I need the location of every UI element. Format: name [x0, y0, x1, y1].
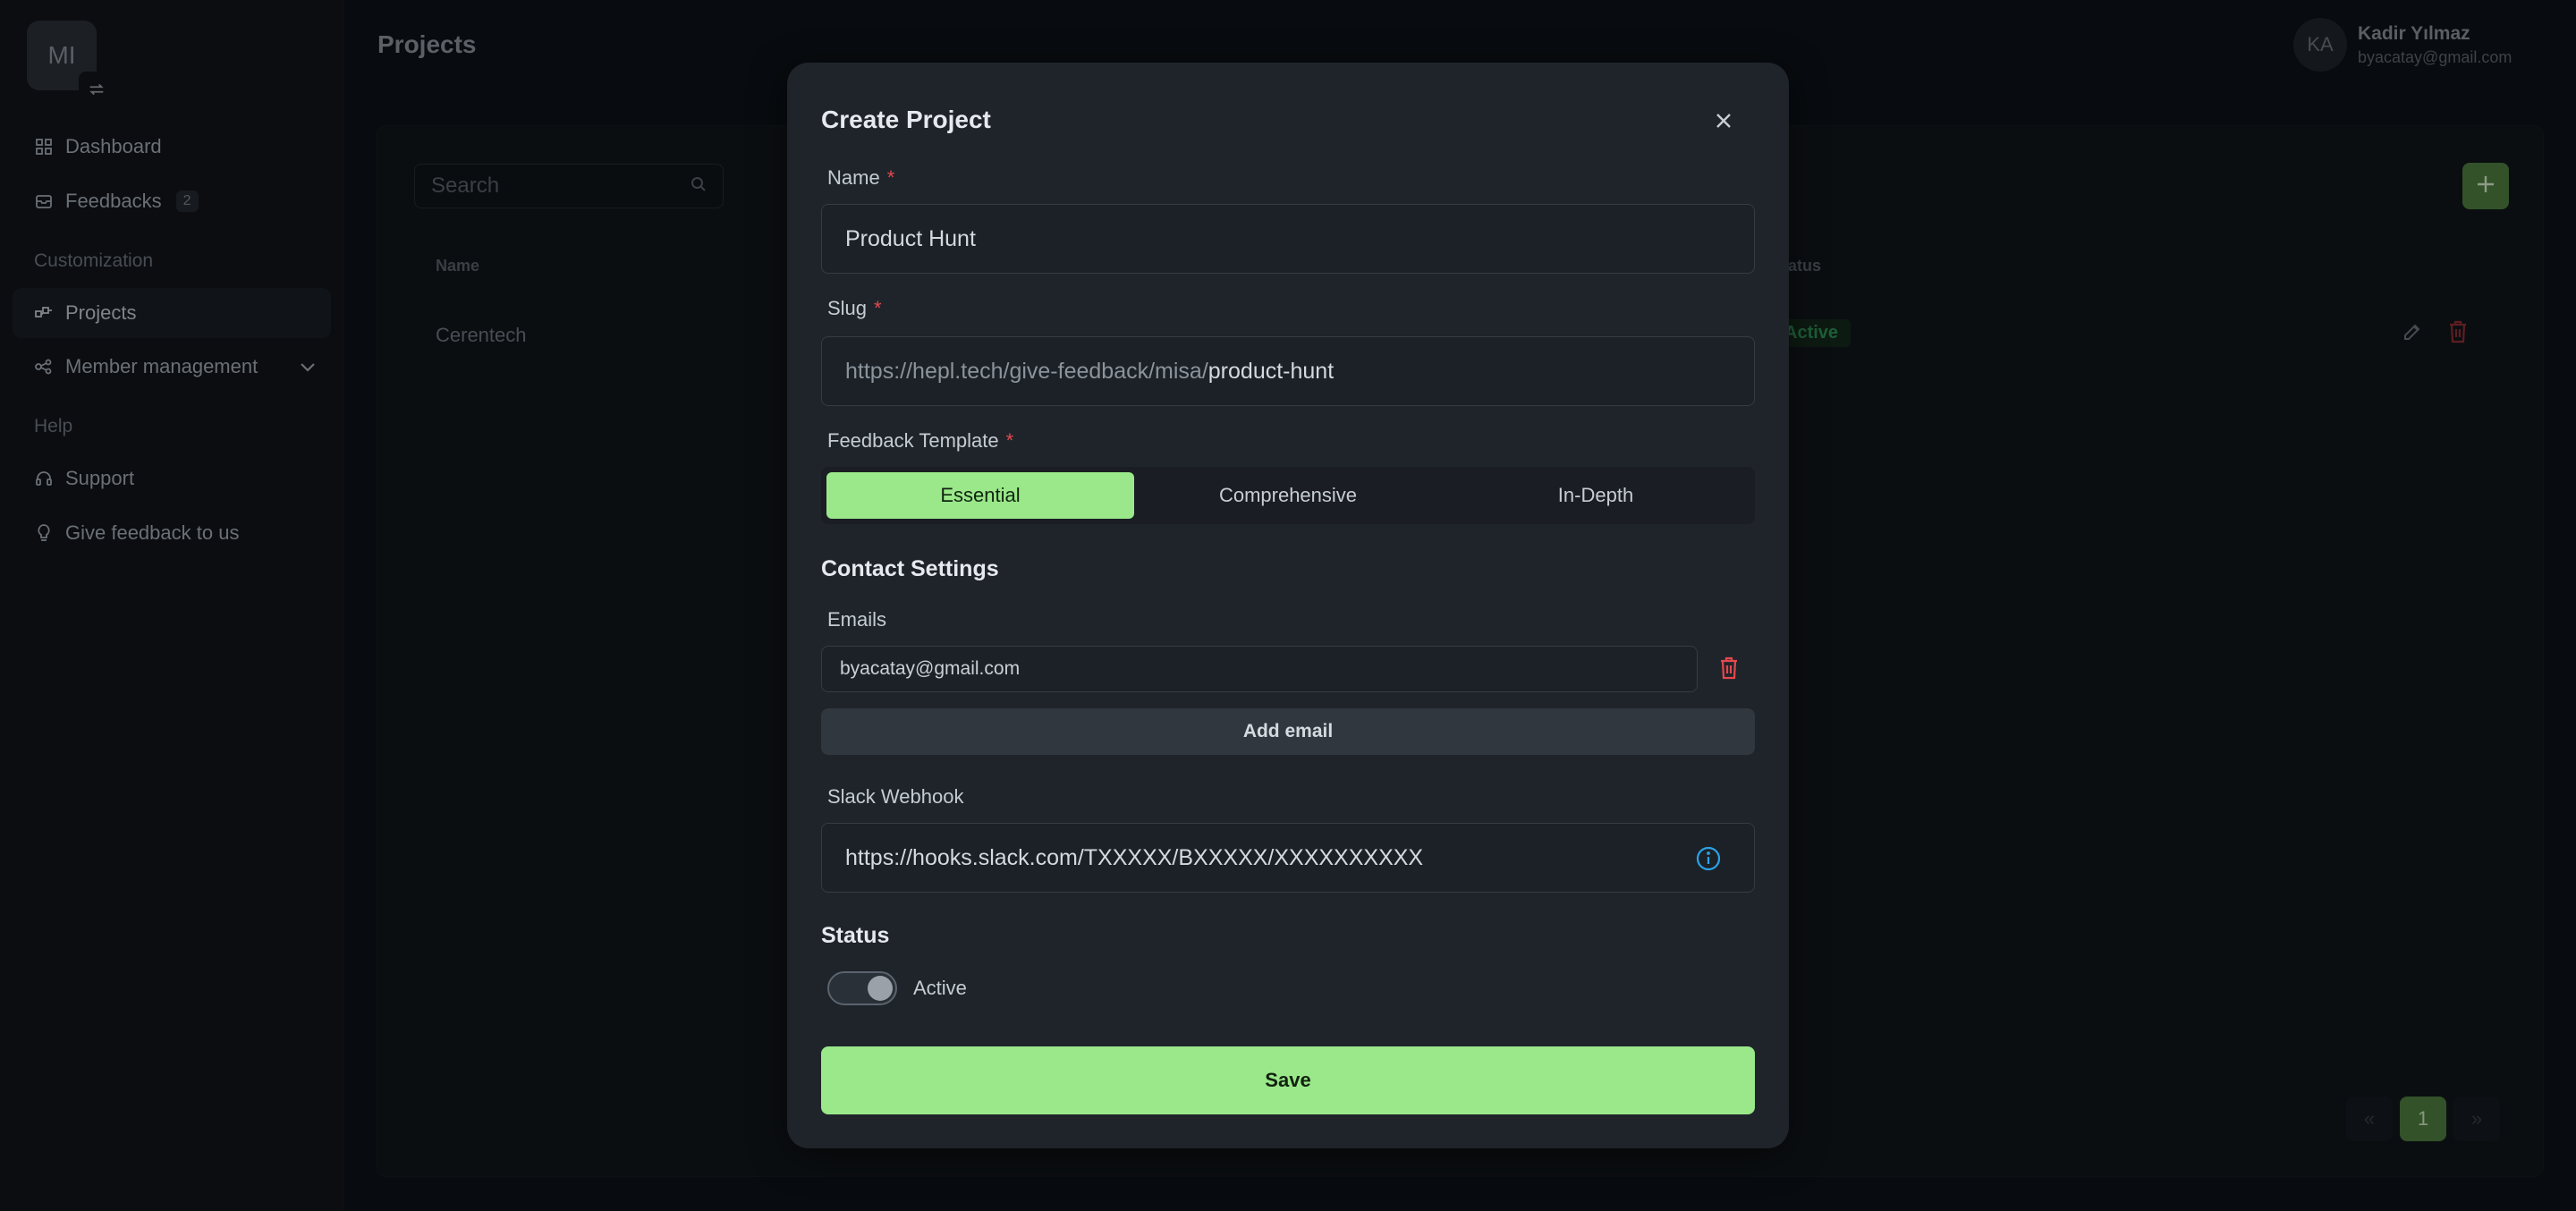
name-label-text: Name	[827, 166, 880, 189]
email-field-value: byacatay@gmail.com	[840, 658, 1021, 679]
info-icon[interactable]	[1695, 845, 1722, 878]
slack-webhook-input[interactable]: https://hooks.slack.com/TXXXXX/BXXXXX/XX…	[821, 823, 1755, 893]
required-marker: *	[1005, 429, 1014, 452]
slug-prefix: https://hepl.tech/give-feedback/misa/	[845, 358, 1208, 384]
close-icon[interactable]	[1710, 107, 1737, 134]
status-title: Status	[821, 923, 890, 948]
status-toggle[interactable]	[827, 971, 897, 1005]
emails-label: Emails	[827, 608, 887, 631]
slug-label: Slug *	[827, 297, 882, 320]
required-marker: *	[886, 166, 895, 189]
trash-icon[interactable]	[1719, 656, 1739, 684]
slack-webhook-label: Slack Webhook	[827, 785, 964, 808]
save-button[interactable]: Save	[821, 1046, 1755, 1114]
name-label: Name *	[827, 166, 894, 190]
name-input-value: Product Hunt	[845, 225, 976, 251]
template-option-essential[interactable]: Essential	[826, 472, 1134, 519]
required-marker: *	[874, 297, 882, 319]
slug-input-value: product-hunt	[1208, 358, 1335, 384]
create-project-modal: Create Project Name * Product Hunt Slug * …	[787, 63, 1789, 1148]
toggle-knob	[868, 976, 893, 1001]
template-option-in-depth[interactable]: In-Depth	[1442, 472, 1750, 519]
email-field[interactable]: byacatay@gmail.com	[821, 646, 1698, 692]
template-label: Feedback Template *	[827, 429, 1013, 453]
status-toggle-label: Active	[913, 977, 967, 999]
template-segmented-control: Essential Comprehensive In-Depth	[821, 467, 1755, 524]
slack-webhook-placeholder: https://hooks.slack.com/TXXXXX/BXXXXX/XX…	[845, 844, 1424, 870]
template-label-text: Feedback Template	[827, 429, 999, 452]
slug-label-text: Slug	[827, 297, 868, 319]
add-email-button[interactable]: Add email	[821, 708, 1755, 755]
template-option-comprehensive[interactable]: Comprehensive	[1134, 472, 1442, 519]
contact-settings-title: Contact Settings	[821, 556, 999, 581]
name-input[interactable]: Product Hunt	[821, 204, 1755, 274]
slug-input[interactable]: https://hepl.tech/give-feedback/misa/pro…	[821, 336, 1755, 406]
modal-title: Create Project	[821, 106, 991, 133]
